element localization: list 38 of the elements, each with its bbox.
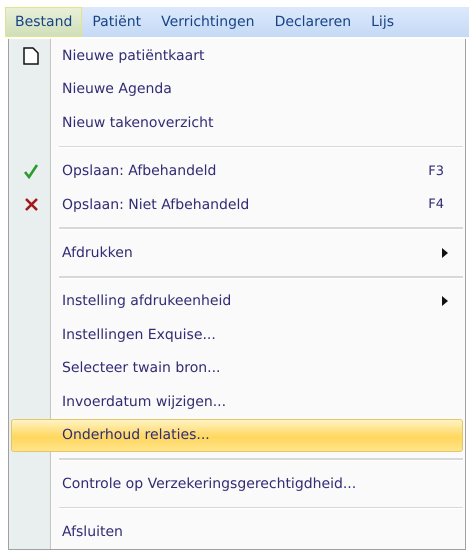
menu-item[interactable]: Onderhoud relaties... xyxy=(11,418,463,452)
menu-item[interactable]: Nieuwe Agenda xyxy=(11,72,463,106)
menu-item-label: Instellingen Exquise... xyxy=(62,326,217,343)
menu-tab[interactable]: Patiënt xyxy=(82,7,152,37)
menu-item[interactable]: Selecteer twain bron... xyxy=(11,352,463,386)
menu-item[interactable]: Afsluiten xyxy=(11,515,463,549)
close-icon xyxy=(24,197,38,212)
checkmark-icon xyxy=(23,163,39,180)
menu-item-label: Afsluiten xyxy=(62,524,124,540)
menu-item-label: Afdrukken xyxy=(62,245,134,261)
page-icon xyxy=(23,46,39,65)
menu-item-label: Nieuwe patiëntkaart xyxy=(62,48,206,64)
menu-item[interactable]: Controle op Verzekeringsgerechtigdheid... xyxy=(11,467,463,500)
shortcut-label: F3 xyxy=(428,164,444,179)
menu-item-label: Controle op Verzekeringsgerechtigdheid... xyxy=(62,476,358,492)
menu-item[interactable]: Instelling afdrukeenheid xyxy=(11,284,463,318)
menu-item[interactable]: Nieuwe patiëntkaart xyxy=(11,39,463,72)
menu-item[interactable]: Afdrukken xyxy=(11,236,463,270)
menu-item-label: Instelling afdrukeenheid xyxy=(62,293,232,310)
menu-item[interactable]: Opslaan: Afbehandeld F3 xyxy=(11,154,463,188)
menu-tab[interactable]: Declareren xyxy=(264,7,362,37)
menu-item[interactable]: Instellingen Exquise... xyxy=(11,318,463,352)
submenu-arrow-icon xyxy=(442,296,448,306)
menu-item-label: Nieuw takenoverzicht xyxy=(62,114,214,131)
shortcut-label: F4 xyxy=(428,197,444,212)
menu-tab[interactable]: Verrichtingen xyxy=(151,7,265,37)
menu-item[interactable]: Nieuw takenoverzicht xyxy=(11,106,463,140)
menu-item-label: Selecteer twain bron... xyxy=(62,360,222,376)
menu-item[interactable]: Invoerdatum wijzigen... xyxy=(11,385,463,419)
menu-item-label: Opslaan: Niet Afbehandeld xyxy=(62,196,250,213)
menu-item-label: Invoerdatum wijzigen... xyxy=(62,394,228,410)
submenu-arrow-icon xyxy=(442,248,448,258)
menu-item-label: Opslaan: Afbehandeld xyxy=(62,163,218,180)
menu-item-label: Nieuwe Agenda xyxy=(62,81,173,98)
menu-item[interactable]: Opslaan: Niet Afbehandeld F4 xyxy=(11,188,463,222)
menu-item-label: Onderhoud relaties... xyxy=(62,427,211,444)
menu-tab[interactable]: Bestand xyxy=(5,7,82,37)
menu-tab[interactable]: Lijs xyxy=(361,7,404,37)
